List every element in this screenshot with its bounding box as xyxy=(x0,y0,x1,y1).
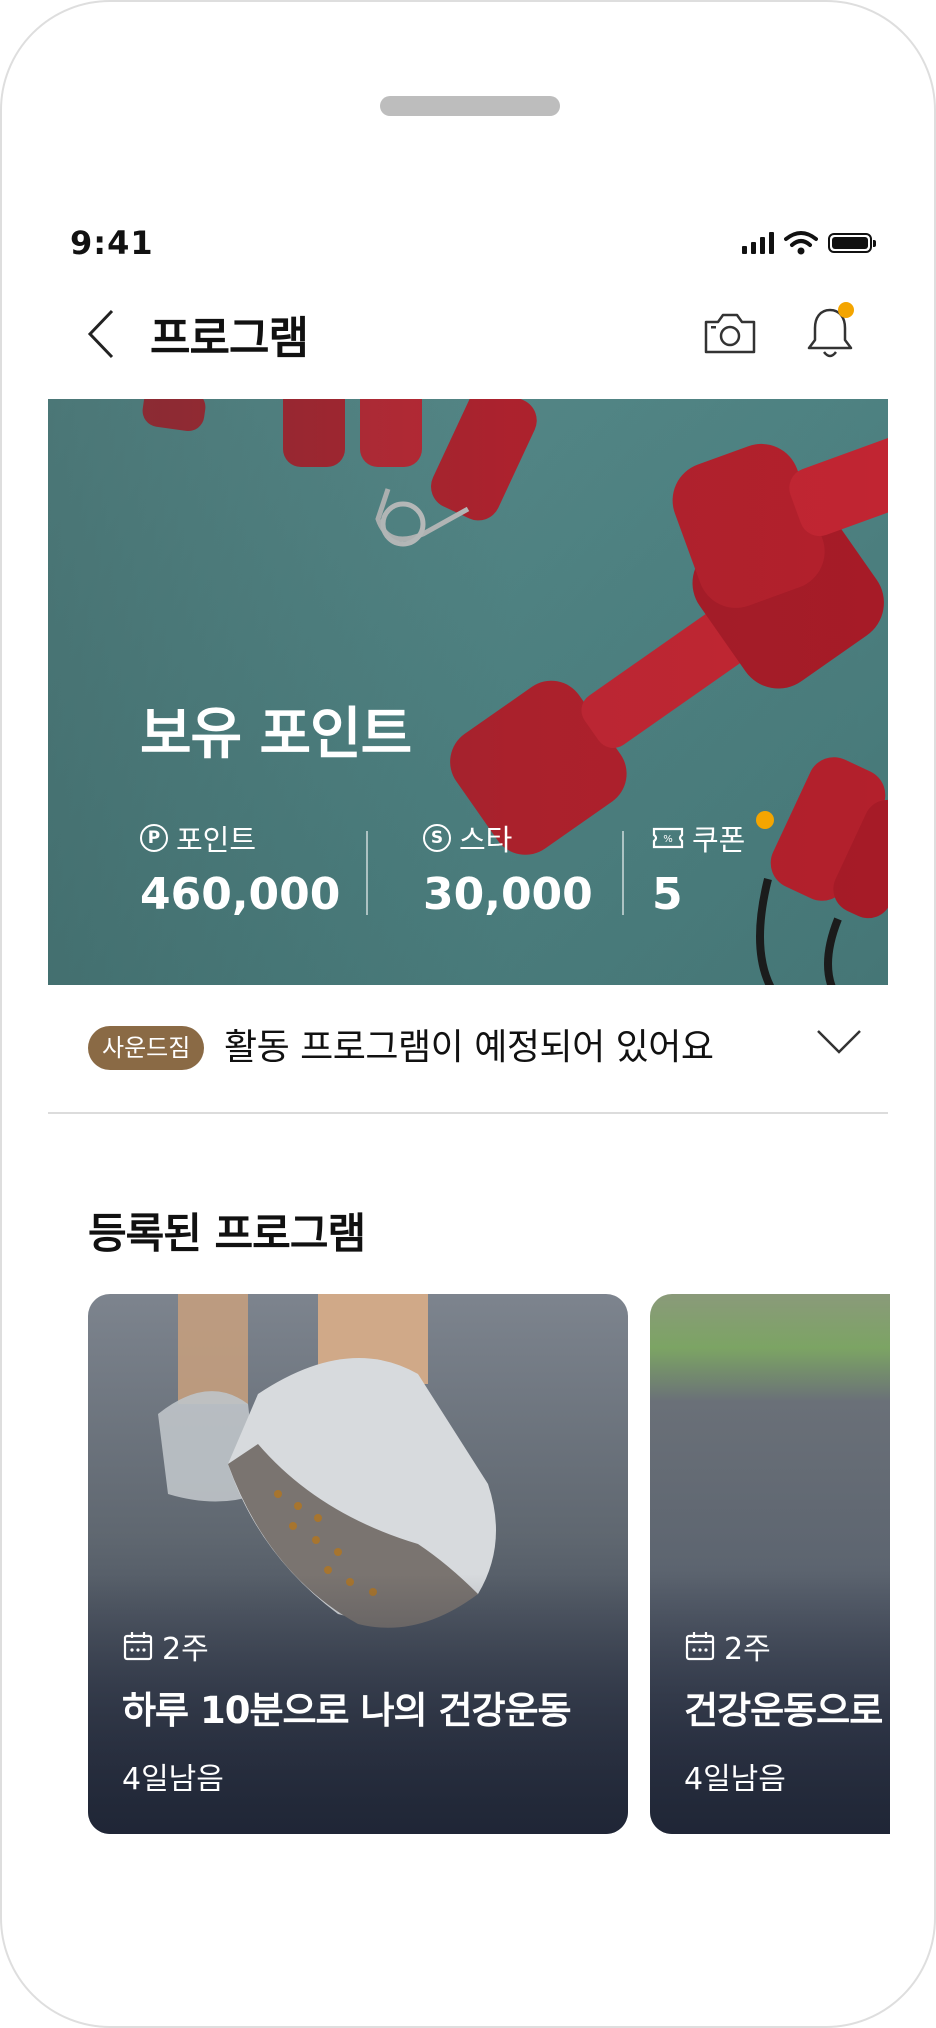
calendar-icon xyxy=(123,1632,153,1661)
notification-button[interactable] xyxy=(802,302,862,368)
notice-text: 활동 프로그램이 예정되어 있어요 xyxy=(224,1027,714,1068)
stat-coupons: % 쿠폰 5 xyxy=(652,811,774,920)
status-bar: 9:41 xyxy=(2,214,934,268)
phone-frame: 9:41 프로그램 보유 포인트 P 포인트 460,000 S 스타 30,0… xyxy=(0,0,936,2028)
program-card[interactable]: 2주 건강운동으로 4일남음 xyxy=(650,1294,890,1834)
banner-title: 보유 포인트 xyxy=(140,702,412,767)
page-title: 프로그램 xyxy=(150,313,309,364)
card-remaining: 4일남음 xyxy=(122,1762,224,1797)
stat-points: P 포인트 460,000 xyxy=(140,817,340,920)
card-duration: 2주 xyxy=(724,1632,771,1667)
stat-label: 쿠폰 xyxy=(692,823,746,857)
back-button[interactable] xyxy=(76,306,126,362)
card-meta: 2주 xyxy=(122,1624,209,1668)
schedule-notice[interactable]: 사운드짐 활동 프로그램이 예정되어 있어요 xyxy=(48,1002,888,1114)
coupon-icon: % xyxy=(652,827,684,849)
points-icon: P xyxy=(140,824,168,852)
card-meta: 2주 xyxy=(684,1624,771,1668)
stat-value: 30,000 xyxy=(423,869,593,920)
star-icon: S xyxy=(423,824,451,852)
status-time: 9:41 xyxy=(70,224,154,262)
stat-label: 포인트 xyxy=(176,823,257,857)
wifi-icon xyxy=(784,231,818,255)
stat-divider xyxy=(622,831,624,915)
card-remaining: 4일남음 xyxy=(684,1762,786,1797)
section-title: 등록된 프로그램 xyxy=(88,1209,366,1258)
battery-icon xyxy=(828,233,876,253)
program-card[interactable]: 2주 하루 10분으로 나의 건강운동 4일남음 xyxy=(88,1294,628,1834)
notification-dot xyxy=(838,302,854,318)
status-icons xyxy=(742,228,876,258)
coupon-new-dot xyxy=(756,811,774,829)
card-title: 건강운동으로 xyxy=(684,1689,883,1732)
notice-badge: 사운드짐 xyxy=(88,1026,205,1070)
chevron-left-icon xyxy=(87,309,114,359)
calendar-icon xyxy=(685,1632,715,1661)
stat-stars: S 스타 30,000 xyxy=(423,817,593,920)
stat-value: 460,000 xyxy=(140,869,341,920)
chevron-down-icon[interactable] xyxy=(816,1028,862,1056)
svg-text:%: % xyxy=(663,834,673,845)
stat-label: 스타 xyxy=(459,823,513,857)
signal-icon xyxy=(742,232,774,254)
speaker-pill xyxy=(380,96,560,116)
camera-icon xyxy=(704,313,756,354)
stat-divider xyxy=(366,831,368,915)
card-duration: 2주 xyxy=(162,1632,209,1667)
points-banner[interactable]: 보유 포인트 P 포인트 460,000 S 스타 30,000 % 쿠폰 5 xyxy=(48,399,888,985)
header: 프로그램 xyxy=(2,292,934,372)
card-title: 하루 10분으로 나의 건강운동 xyxy=(122,1689,572,1732)
camera-button[interactable] xyxy=(702,308,762,364)
stat-value: 5 xyxy=(652,869,683,920)
